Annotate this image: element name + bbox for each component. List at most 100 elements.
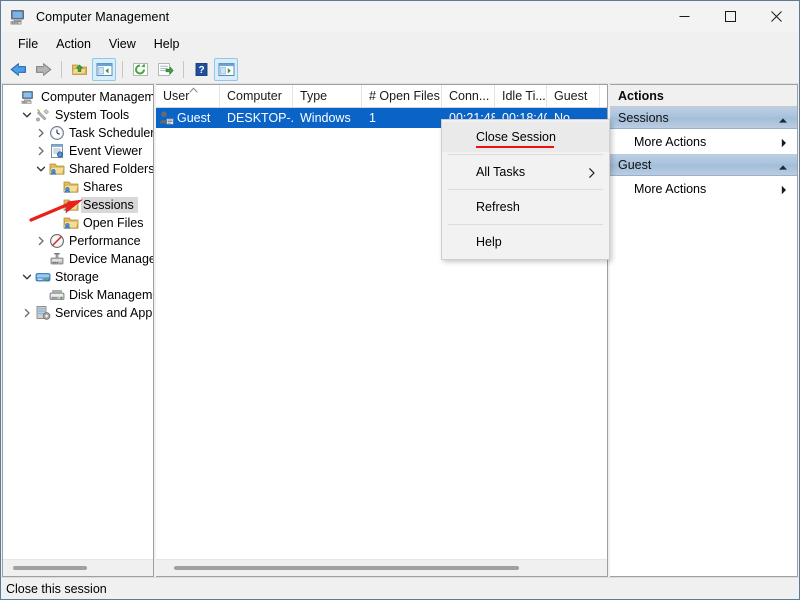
refresh-icon[interactable] bbox=[128, 58, 152, 81]
list-column-headers[interactable]: User Computer Type # Open Files Conn... Idle … bbox=[156, 85, 607, 108]
column-header-computer[interactable]: Computer bbox=[220, 85, 293, 107]
chevron-up-icon[interactable] bbox=[778, 160, 788, 174]
menu-action[interactable]: Action bbox=[47, 34, 100, 54]
help-icon[interactable]: ? bbox=[189, 58, 213, 81]
maximize-button[interactable] bbox=[707, 1, 753, 32]
show-hide-console-tree-icon[interactable] bbox=[92, 58, 116, 81]
shared-folder-icon bbox=[63, 215, 79, 231]
tree-horizontal-scrollbar[interactable] bbox=[3, 559, 153, 576]
actions-pane-title: Actions bbox=[610, 85, 797, 107]
svg-text:?: ? bbox=[198, 65, 204, 76]
actions-group-header-sessions[interactable]: Sessions bbox=[610, 107, 797, 129]
column-header-label: Idle Ti... bbox=[502, 89, 546, 103]
context-menu-separator bbox=[448, 189, 603, 190]
event-viewer-icon: i bbox=[49, 143, 65, 159]
chevron-right-icon[interactable] bbox=[33, 143, 49, 159]
chevron-right-icon[interactable] bbox=[19, 305, 35, 321]
tree-item-label: Services and Applications bbox=[55, 306, 153, 320]
show-hide-action-pane-icon[interactable] bbox=[214, 58, 238, 81]
list-horizontal-scrollbar[interactable] bbox=[156, 559, 607, 576]
tree-item-label: Sessions bbox=[81, 197, 138, 213]
menu-file[interactable]: File bbox=[9, 34, 47, 54]
tree-item-shares[interactable]: Shares bbox=[3, 178, 153, 196]
tree-item-device-manager[interactable]: Device Manager bbox=[3, 250, 153, 268]
submenu-arrow-icon bbox=[781, 137, 787, 151]
shared-folder-icon bbox=[63, 197, 79, 213]
session-context-menu[interactable]: Close Session All Tasks Refresh Help bbox=[441, 119, 610, 260]
tree-item-sessions[interactable]: Sessions bbox=[3, 196, 153, 214]
actions-pane: Actions Sessions More Actions Guest More Ac… bbox=[610, 84, 798, 577]
context-menu-item-help[interactable]: Help bbox=[442, 227, 609, 257]
close-button[interactable] bbox=[753, 1, 799, 32]
tree-item-label: Computer Management bbox=[41, 90, 153, 104]
tree-item-storage[interactable]: Storage bbox=[3, 268, 153, 286]
minimize-button[interactable] bbox=[661, 1, 707, 32]
chevron-right-icon[interactable] bbox=[33, 233, 49, 249]
session-cell-computer: DESKTOP-... bbox=[220, 111, 293, 125]
column-header-guest[interactable]: Guest bbox=[547, 85, 600, 107]
disk-management-icon bbox=[49, 287, 65, 303]
tree-item-computer-management[interactable]: Computer Management bbox=[3, 88, 153, 106]
console-tree[interactable]: Computer Management System Tools Task Sche… bbox=[3, 85, 153, 559]
actions-group-title: Guest bbox=[618, 157, 652, 172]
export-list-icon[interactable] bbox=[153, 58, 177, 81]
tree-item-performance[interactable]: Performance bbox=[3, 232, 153, 250]
system-tools-icon bbox=[35, 107, 51, 123]
tree-item-label: Disk Management bbox=[69, 288, 153, 302]
session-cell-type: Windows bbox=[293, 111, 362, 125]
performance-icon bbox=[49, 233, 65, 249]
column-header-open-files[interactable]: # Open Files bbox=[362, 85, 442, 107]
chevron-down-icon[interactable] bbox=[19, 269, 35, 285]
menu-view[interactable]: View bbox=[100, 34, 145, 54]
context-menu-item-label: Help bbox=[476, 235, 502, 249]
chevron-right-icon[interactable] bbox=[33, 125, 49, 141]
shared-folder-icon bbox=[63, 179, 79, 195]
chevron-down-icon[interactable] bbox=[33, 161, 49, 177]
title-bar: Computer Management bbox=[1, 1, 799, 32]
status-bar: Close this session bbox=[1, 577, 799, 599]
actions-group-header-guest[interactable]: Guest bbox=[610, 154, 797, 176]
column-header-label: Conn... bbox=[449, 89, 490, 103]
column-header-user[interactable]: User bbox=[156, 85, 220, 107]
device-manager-icon bbox=[49, 251, 65, 267]
column-header-type[interactable]: Type bbox=[293, 85, 362, 107]
tree-item-open-files[interactable]: Open Files bbox=[3, 214, 153, 232]
storage-icon bbox=[35, 269, 51, 285]
tree-item-label: Performance bbox=[69, 234, 141, 248]
tree-item-system-tools[interactable]: System Tools bbox=[3, 106, 153, 124]
column-header-conn[interactable]: Conn... bbox=[442, 85, 495, 107]
chevron-down-icon[interactable] bbox=[19, 107, 35, 123]
actions-item-more-actions[interactable]: More Actions bbox=[610, 129, 797, 154]
computer-management-icon bbox=[10, 9, 28, 25]
menu-help[interactable]: Help bbox=[145, 34, 189, 54]
actions-item-label: More Actions bbox=[634, 181, 707, 196]
tree-item-task-scheduler[interactable]: Task Scheduler bbox=[3, 124, 153, 142]
context-menu-item-close-session[interactable]: Close Session bbox=[442, 122, 609, 152]
chevron-up-icon[interactable] bbox=[778, 113, 788, 127]
up-one-level-icon[interactable] bbox=[67, 58, 91, 81]
main-content: Computer Management System Tools Task Sche… bbox=[1, 84, 799, 577]
tree-item-disk-management[interactable]: Disk Management bbox=[3, 286, 153, 304]
column-header-idle-ti[interactable]: Idle Ti... bbox=[495, 85, 547, 107]
tree-item-services-and-applications[interactable]: Services and Applications bbox=[3, 304, 153, 322]
actions-item-label: More Actions bbox=[634, 134, 707, 149]
annotation-underline bbox=[476, 146, 554, 148]
cell-text: 1 bbox=[369, 111, 376, 125]
context-menu-item-all-tasks[interactable]: All Tasks bbox=[442, 157, 609, 187]
tree-item-event-viewer[interactable]: i Event Viewer bbox=[3, 142, 153, 160]
back-icon[interactable] bbox=[6, 58, 30, 81]
tree-item-label: System Tools bbox=[55, 108, 130, 122]
context-menu-separator bbox=[448, 224, 603, 225]
forward-icon[interactable] bbox=[31, 58, 55, 81]
toolbar-separator-3 bbox=[183, 61, 184, 78]
tree-item-shared-folders[interactable]: Shared Folders bbox=[3, 160, 153, 178]
session-cell-user: Guest bbox=[156, 110, 220, 126]
services-icon bbox=[35, 305, 51, 321]
context-menu-item-refresh[interactable]: Refresh bbox=[442, 192, 609, 222]
toolbar: ? bbox=[1, 56, 799, 84]
actions-item-more-actions[interactable]: More Actions bbox=[610, 176, 797, 201]
tree-item-label: Storage bbox=[55, 270, 99, 284]
